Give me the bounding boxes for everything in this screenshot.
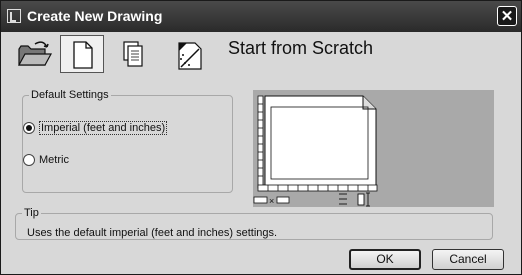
app-icon — [7, 9, 21, 23]
tip-legend: Tip — [24, 207, 39, 219]
metric-radio-option[interactable]: Metric — [23, 154, 69, 166]
drawing-sheet-illustration: × — [253, 95, 378, 207]
close-button[interactable]: ✕ — [497, 6, 517, 26]
size-separator: × — [269, 196, 274, 206]
title-bar: Create New Drawing ✕ — [1, 1, 521, 32]
wizard-icon — [178, 42, 202, 70]
window-title: Create New Drawing — [27, 8, 163, 24]
page-heading: Start from Scratch — [228, 38, 374, 58]
cancel-button[interactable]: Cancel — [432, 249, 504, 270]
blank-page-icon — [73, 41, 93, 69]
use-template-button[interactable] — [112, 35, 156, 73]
close-icon: ✕ — [500, 8, 514, 25]
default-settings-legend: Default Settings — [31, 89, 109, 101]
drawing-preview: × — [253, 90, 494, 207]
imperial-radio[interactable] — [23, 122, 35, 134]
tip-text: Uses the default imperial (feet and inch… — [27, 227, 278, 239]
use-wizard-button[interactable] — [167, 35, 211, 73]
imperial-label: Imperial (feet and inches) — [39, 121, 168, 135]
start-from-scratch-button[interactable] — [60, 35, 104, 73]
create-new-drawing-dialog: Create New Drawing ✕ Start from Scratch … — [0, 0, 522, 275]
metric-radio[interactable] — [23, 154, 35, 166]
template-pages-icon — [123, 41, 143, 67]
open-drawing-button[interactable] — [13, 35, 57, 73]
metric-label: Metric — [39, 154, 69, 166]
default-settings-group: Default Settings — [22, 89, 233, 193]
folder-open-icon — [17, 41, 53, 66]
imperial-radio-option[interactable]: Imperial (feet and inches) — [23, 121, 168, 135]
ok-button[interactable]: OK — [349, 249, 421, 270]
